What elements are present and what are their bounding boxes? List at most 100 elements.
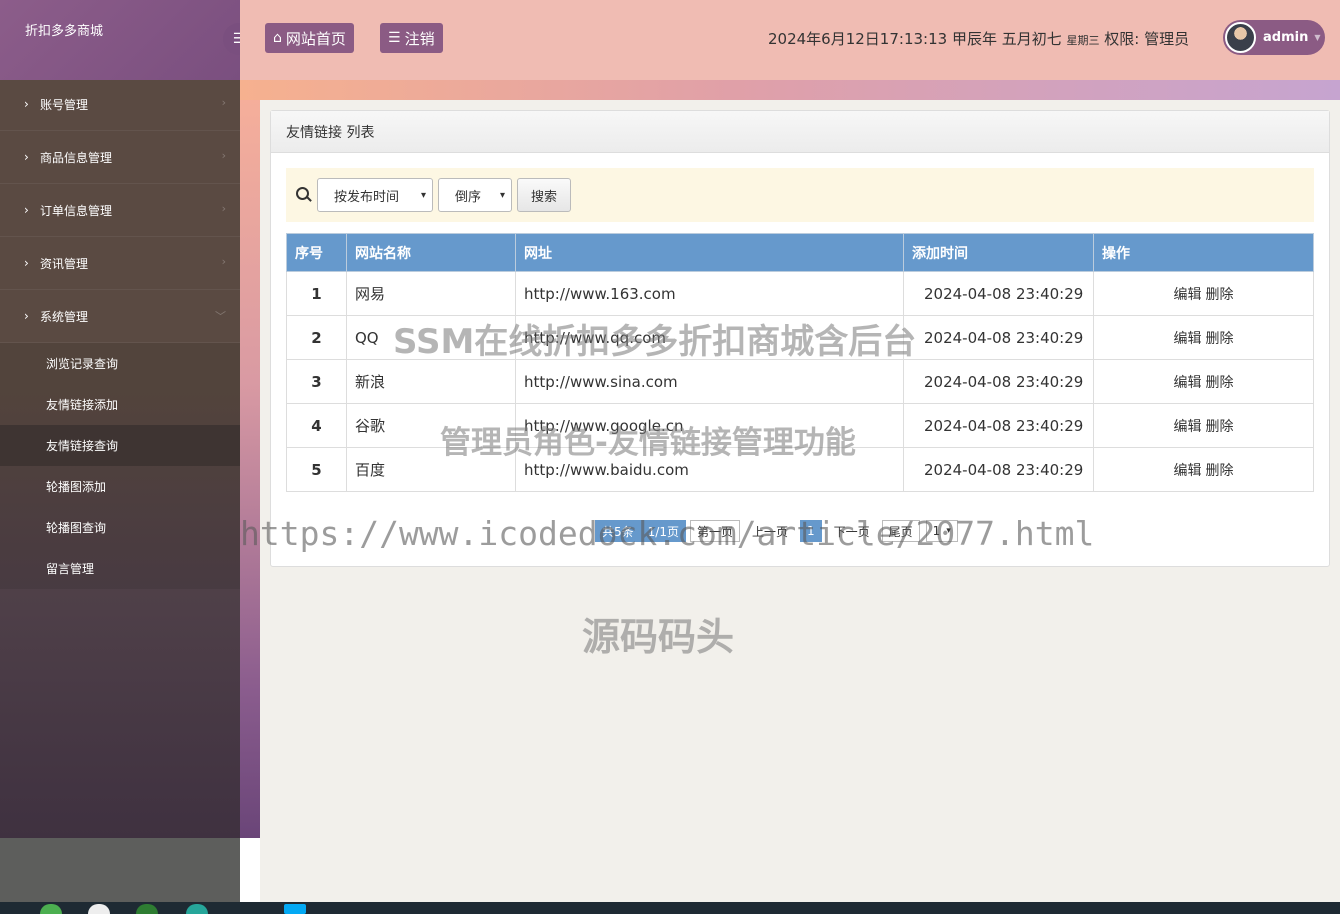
next-page-button[interactable]: 下一页 (828, 520, 876, 542)
sidebar-item-label: 订单信息管理 (40, 203, 113, 218)
chevron-down-icon: ▾ (499, 189, 505, 201)
search-bar: 按发布时间 ▾ 倒序 ▾ 搜索 (286, 168, 1314, 222)
row-id: 5 (286, 447, 347, 492)
last-page-button[interactable]: 尾页 (881, 520, 920, 542)
row-ops: 编辑 删除 (1093, 315, 1314, 360)
weekday: 星期三 (1066, 34, 1100, 47)
table-row: 5 百度 http://www.baidu.com 2024-04-08 23:… (286, 447, 1314, 492)
chevron-right-icon: › (24, 309, 29, 323)
chevron-down-icon: ﹀ (215, 310, 226, 323)
avatar (1225, 22, 1256, 53)
row-id: 4 (286, 403, 347, 448)
table-header-row: 序号 网站名称 网址 添加时间 操作 (286, 233, 1314, 272)
prev-page-button[interactable]: 上一页 (746, 520, 794, 542)
chevron-right-icon: › (24, 203, 29, 217)
row-ops: 编辑 删除 (1093, 403, 1314, 448)
row-time: 2024-04-08 23:40:29 (903, 447, 1094, 492)
edit-link[interactable]: 编辑 (1174, 375, 1202, 391)
row-name: 谷歌 (346, 403, 516, 448)
pager-total: 共5条 (595, 520, 641, 542)
sidebar-subitem-browse-log[interactable]: 浏览记录查询 (0, 343, 240, 384)
sidebar-subitem-messages[interactable]: 留言管理 (0, 548, 240, 589)
chevron-right-icon: › (221, 96, 226, 109)
user-menu[interactable]: admin ▼ (1223, 20, 1325, 55)
app-icon[interactable] (284, 904, 306, 914)
edit-link[interactable]: 编辑 (1174, 331, 1202, 347)
row-url: http://www.163.com (515, 271, 904, 316)
chevron-right-icon: › (24, 97, 29, 111)
panel-title: 友情链接 列表 (271, 111, 1329, 153)
row-url: http://www.google.cn (515, 403, 904, 448)
sidebar-subitem-carousel-query[interactable]: 轮播图查询 (0, 507, 240, 548)
row-time: 2024-04-08 23:40:29 (903, 403, 1094, 448)
username: admin (1263, 30, 1309, 45)
sidebar-item-account[interactable]: › 账号管理 › (0, 78, 240, 131)
col-url: 网址 (515, 233, 904, 272)
sidebar-item-news[interactable]: › 资讯管理 › (0, 237, 240, 290)
header-gradient-bar (240, 80, 1340, 100)
home-button-label: 网站首页 (285, 29, 346, 48)
sort-order-select[interactable]: 倒序 ▾ (438, 178, 512, 212)
table-row: 4 谷歌 http://www.google.cn 2024-04-08 23:… (286, 403, 1314, 448)
sort-field-select[interactable]: 按发布时间 ▾ (317, 178, 433, 212)
row-name: 网易 (346, 271, 516, 316)
row-name: 百度 (346, 447, 516, 492)
edit-link[interactable]: 编辑 (1174, 419, 1202, 435)
row-id: 3 (286, 359, 347, 404)
col-ops: 操作 (1093, 233, 1314, 272)
col-time: 添加时间 (903, 233, 1094, 272)
search-icon (296, 187, 312, 203)
sidebar-item-label: 系统管理 (40, 309, 89, 324)
pager-pages: 1/1页 (640, 520, 686, 542)
page-jump-value: 1 (932, 524, 941, 538)
caret-down-icon: ▼ (1314, 33, 1321, 42)
table-row: 2 QQ http://www.qq.com 2024-04-08 23:40:… (286, 315, 1314, 360)
current-page[interactable]: 1 (800, 520, 822, 542)
search-button[interactable]: 搜索 (517, 178, 572, 212)
sidebar-item-label: 商品信息管理 (40, 150, 113, 165)
system-submenu: 浏览记录查询 友情链接添加 友情链接查询 轮播图添加 轮播图查询 留言管理 (0, 343, 240, 589)
table-row: 3 新浪 http://www.sina.com 2024-04-08 23:4… (286, 359, 1314, 404)
row-name: QQ (346, 315, 516, 360)
sidebar-subitem-link-add[interactable]: 友情链接添加 (0, 384, 240, 425)
sidebar-item-orders[interactable]: › 订单信息管理 › (0, 184, 240, 237)
datetime: 2024年6月12日17:13:13 甲辰年 五月初七 (768, 30, 1062, 48)
sort-field-value: 按发布时间 (334, 189, 400, 205)
list-icon: ☰ (388, 30, 401, 46)
page-jump-select[interactable]: 1 ▾ (925, 520, 958, 542)
row-id: 2 (286, 315, 347, 360)
row-time: 2024-04-08 23:40:29 (903, 271, 1094, 316)
role-label: 权限: 管理员 (1104, 30, 1190, 48)
decor-strip-bottom (240, 838, 260, 902)
row-time: 2024-04-08 23:40:29 (903, 315, 1094, 360)
logout-button[interactable]: ☰ 注销 (380, 23, 443, 53)
first-page-button[interactable]: 第一页 (689, 520, 740, 542)
link-table: 序号 网站名称 网址 添加时间 操作 1 网易 http://www.163.c… (286, 233, 1314, 492)
sort-order-value: 倒序 (455, 189, 482, 205)
delete-link[interactable]: 删除 (1206, 375, 1234, 391)
brand-area: 折扣多多商城 (0, 0, 240, 80)
sidebar-subitem-link-query[interactable]: 友情链接查询 (0, 425, 240, 466)
chevron-right-icon: › (24, 150, 29, 164)
edit-link[interactable]: 编辑 (1174, 463, 1202, 479)
sidebar-subitem-carousel-add[interactable]: 轮播图添加 (0, 466, 240, 507)
home-button[interactable]: ⌂ 网站首页 (265, 23, 354, 53)
row-url: http://www.qq.com (515, 315, 904, 360)
chevron-right-icon: › (221, 202, 226, 215)
sidebar-item-label: 账号管理 (40, 97, 89, 112)
delete-link[interactable]: 删除 (1206, 463, 1234, 479)
delete-link[interactable]: 删除 (1206, 419, 1234, 435)
logout-button-label: 注销 (404, 29, 435, 48)
sidebar-item-goods[interactable]: › 商品信息管理 › (0, 131, 240, 184)
row-id: 1 (286, 271, 347, 316)
sidebar-item-system[interactable]: › 系统管理 ﹀ (0, 290, 240, 343)
row-name: 新浪 (346, 359, 516, 404)
delete-link[interactable]: 删除 (1206, 331, 1234, 347)
edit-link[interactable]: 编辑 (1174, 287, 1202, 303)
home-icon: ⌂ (273, 30, 282, 46)
chevron-right-icon: › (221, 149, 226, 162)
chevron-down-icon: ▾ (420, 189, 426, 201)
delete-link[interactable]: 删除 (1206, 287, 1234, 303)
brand-title: 折扣多多商城 (25, 24, 104, 39)
pagination: 共5条 1/1页 第一页 上一页 1 下一页 尾页 1 ▾ (595, 520, 964, 542)
